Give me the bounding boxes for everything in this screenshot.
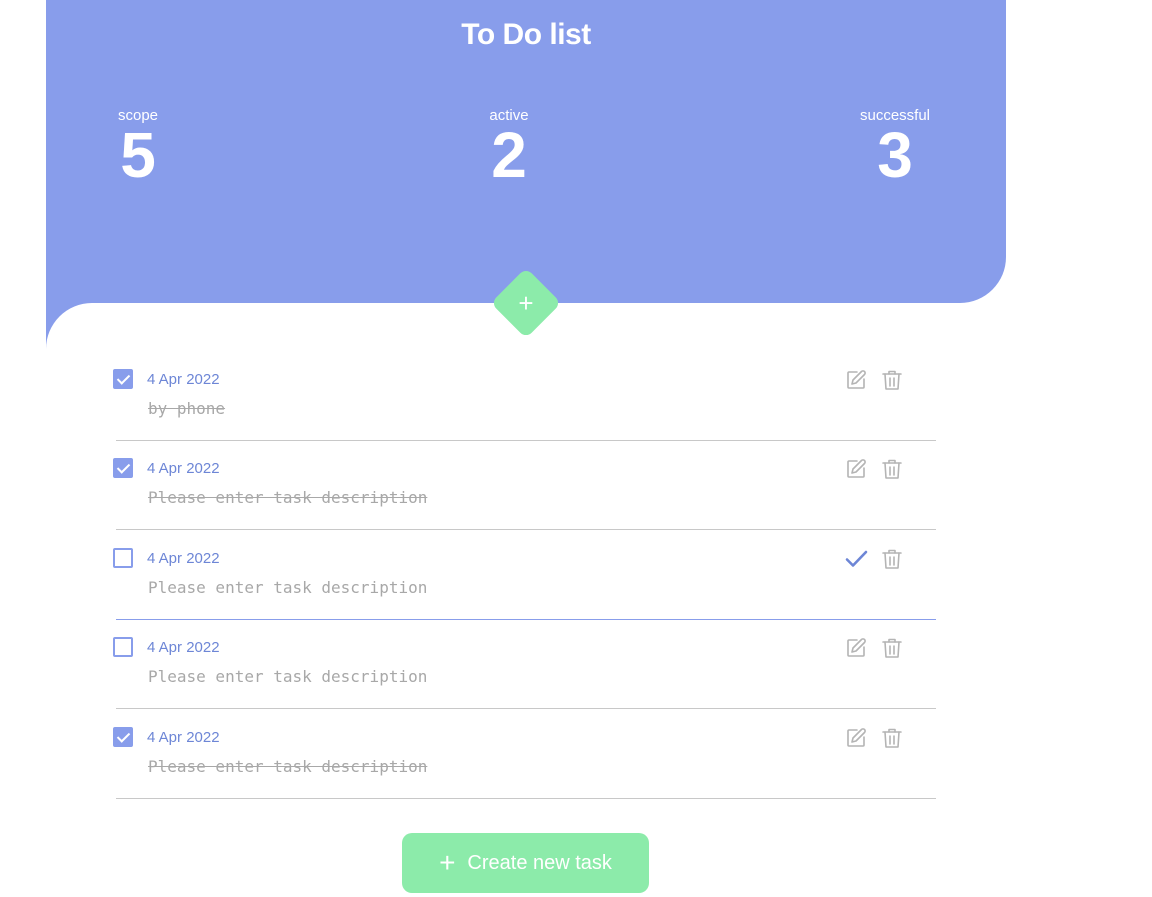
task-actions xyxy=(844,457,904,481)
task-actions xyxy=(844,726,904,750)
todo-card: To Do list scope 5 active 2 successful 3… xyxy=(46,0,1006,897)
stat-active: active 2 xyxy=(482,107,536,191)
header-panel: To Do list scope 5 active 2 successful 3 xyxy=(46,0,1006,303)
edit-pencil-icon[interactable] xyxy=(844,368,868,392)
create-new-task-button[interactable]: + Create new task xyxy=(402,833,649,893)
save-check-icon[interactable] xyxy=(844,547,868,571)
task-description: Please enter task description xyxy=(148,757,428,776)
task-item: 4 Apr 2022 Please enter task description xyxy=(113,441,936,530)
task-checkbox[interactable] xyxy=(113,727,133,747)
create-new-task-label: Create new task xyxy=(467,851,612,874)
task-date: 4 Apr 2022 xyxy=(147,371,220,388)
trash-icon[interactable] xyxy=(880,726,904,750)
stat-scope-value: 5 xyxy=(120,119,156,191)
task-checkbox[interactable] xyxy=(113,637,133,657)
task-date: 4 Apr 2022 xyxy=(147,639,220,656)
task-description: by phone xyxy=(148,399,226,418)
stat-active-value: 2 xyxy=(491,119,527,191)
task-item: 4 Apr 2022 Please enter task description xyxy=(113,620,936,709)
task-description: Please enter task description xyxy=(148,667,428,686)
trash-icon[interactable] xyxy=(880,368,904,392)
task-checkbox[interactable] xyxy=(113,369,133,389)
task-description[interactable]: Please enter task description xyxy=(148,578,427,597)
task-item: 4 Apr 2022 by phone xyxy=(113,352,936,441)
trash-icon[interactable] xyxy=(880,547,904,571)
edit-pencil-icon[interactable] xyxy=(844,457,868,481)
plus-icon: + xyxy=(439,847,456,878)
task-description: Please enter task description xyxy=(148,488,428,507)
task-item: 4 Apr 2022 Please enter task description xyxy=(113,710,936,799)
trash-icon[interactable] xyxy=(880,457,904,481)
task-date: 4 Apr 2022 xyxy=(147,729,220,746)
task-date: 4 Apr 2022 xyxy=(147,550,220,567)
trash-icon[interactable] xyxy=(880,636,904,660)
page-title: To Do list xyxy=(461,18,591,51)
task-actions xyxy=(844,636,904,660)
stat-successful-value: 3 xyxy=(877,119,913,191)
task-actions xyxy=(844,368,904,392)
task-item: 4 Apr 2022 Please enter task description xyxy=(113,531,936,620)
stat-scope: scope 5 xyxy=(112,107,164,191)
task-checkbox[interactable] xyxy=(113,458,133,478)
edit-pencil-icon[interactable] xyxy=(844,726,868,750)
stat-successful: successful 3 xyxy=(854,107,936,191)
task-actions xyxy=(844,547,904,571)
task-checkbox[interactable] xyxy=(113,548,133,568)
task-date: 4 Apr 2022 xyxy=(147,460,220,477)
edit-pencil-icon[interactable] xyxy=(844,636,868,660)
